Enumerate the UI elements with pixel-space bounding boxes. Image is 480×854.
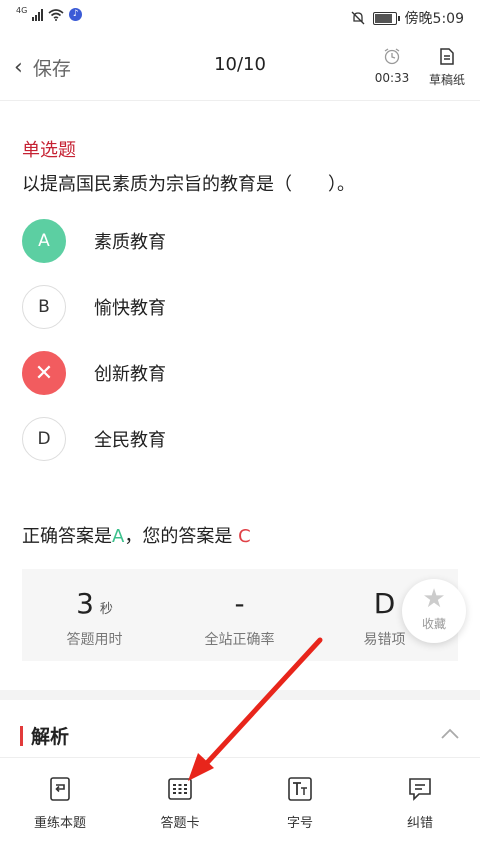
stat-accuracy-label: 全站正确率 xyxy=(204,632,275,648)
battery-icon xyxy=(372,11,400,25)
tab-font-size[interactable]: 字号 xyxy=(250,776,350,831)
wifi-icon xyxy=(48,8,64,21)
star-icon: ★ xyxy=(422,584,446,614)
tab-answer-card-label: 答题卡 xyxy=(160,816,200,831)
chevron-left-icon: ‹ xyxy=(14,55,23,80)
option-text-d: 全民教育 xyxy=(94,430,166,451)
feedback-icon xyxy=(409,778,431,801)
stat-time: 3秒 答题用时 xyxy=(22,569,167,661)
stat-time-value: 3 xyxy=(76,587,94,620)
tab-report-error[interactable]: 纠错 xyxy=(370,776,470,831)
network-type: 4G xyxy=(16,6,28,15)
signal-icon xyxy=(32,8,44,21)
option-letter-a: A xyxy=(22,219,66,263)
draft-paper-button[interactable]: 草稿纸 xyxy=(424,48,470,88)
tab-report-error-label: 纠错 xyxy=(406,816,433,831)
option-d[interactable]: D 全民教育 xyxy=(22,414,442,464)
font-size-icon xyxy=(288,777,312,801)
top-bar: ‹ 保存 10/10 00:33 草稿纸 xyxy=(0,34,480,101)
option-c[interactable]: ✕ 创新教育 xyxy=(22,348,442,398)
stat-time-unit: 秒 xyxy=(99,602,113,617)
timer[interactable]: 00:33 xyxy=(374,48,410,85)
option-text-a: 素质教育 xyxy=(94,232,166,253)
status-bar: 4G ♪ 傍晚5:09 xyxy=(0,0,480,34)
alarm-clock-icon xyxy=(384,48,400,65)
section-accent-bar xyxy=(20,725,23,746)
question-text: 以提高国民素质为宗旨的教育是（ ）。 xyxy=(22,174,355,195)
question-type: 单选题 xyxy=(22,140,76,161)
user-answer: C xyxy=(238,526,251,547)
option-text-c: 创新教育 xyxy=(94,364,166,385)
option-letter-d: D xyxy=(22,417,66,461)
favorite-button[interactable]: ★ 收藏 xyxy=(402,579,466,643)
tab-font-size-label: 字号 xyxy=(286,816,313,831)
answer-middle: ，您的答案是 xyxy=(124,526,239,547)
answer-prefix: 正确答案是 xyxy=(22,526,112,547)
answer-summary: 正确答案是A，您的答案是 C xyxy=(22,522,251,548)
wrong-x-icon: ✕ xyxy=(22,351,66,395)
music-app-icon: ♪ xyxy=(69,8,83,21)
option-text-b: 愉快教育 xyxy=(94,298,166,319)
draft-label: 草稿纸 xyxy=(428,73,465,87)
redo-doc-icon xyxy=(50,777,70,801)
stat-time-label: 答题用时 xyxy=(66,632,123,648)
analysis-header: 解析 xyxy=(20,722,69,749)
analysis-title: 解析 xyxy=(31,726,70,748)
chevron-up-icon[interactable] xyxy=(438,722,462,746)
tab-retry-label: 重练本题 xyxy=(33,816,86,831)
favorite-label: 收藏 xyxy=(421,617,446,631)
stat-accuracy: - 全站正确率 xyxy=(167,569,312,661)
bell-muted-icon xyxy=(351,11,365,25)
section-divider xyxy=(0,690,480,700)
back-save-button[interactable]: ‹ 保存 xyxy=(14,54,71,81)
stat-accuracy-value: - xyxy=(234,587,245,620)
option-b[interactable]: B 愉快教育 xyxy=(22,282,442,332)
tab-retry-question[interactable]: 重练本题 xyxy=(10,776,110,831)
option-a[interactable]: A 素质教育 xyxy=(22,216,442,266)
answer-card-icon xyxy=(168,778,192,800)
bottom-toolbar: 重练本题 答题卡 字号 纠错 xyxy=(0,757,480,854)
correct-answer: A xyxy=(112,526,125,547)
draft-paper-icon xyxy=(440,48,454,65)
tab-answer-card[interactable]: 答题卡 xyxy=(130,776,230,831)
stats-panel: 3秒 答题用时 - 全站正确率 D 易错项 xyxy=(22,569,458,661)
clock: 傍晚5:09 xyxy=(404,11,464,27)
timer-value: 00:33 xyxy=(374,71,410,85)
option-letter-b: B xyxy=(22,285,66,329)
back-label: 保存 xyxy=(32,58,71,80)
